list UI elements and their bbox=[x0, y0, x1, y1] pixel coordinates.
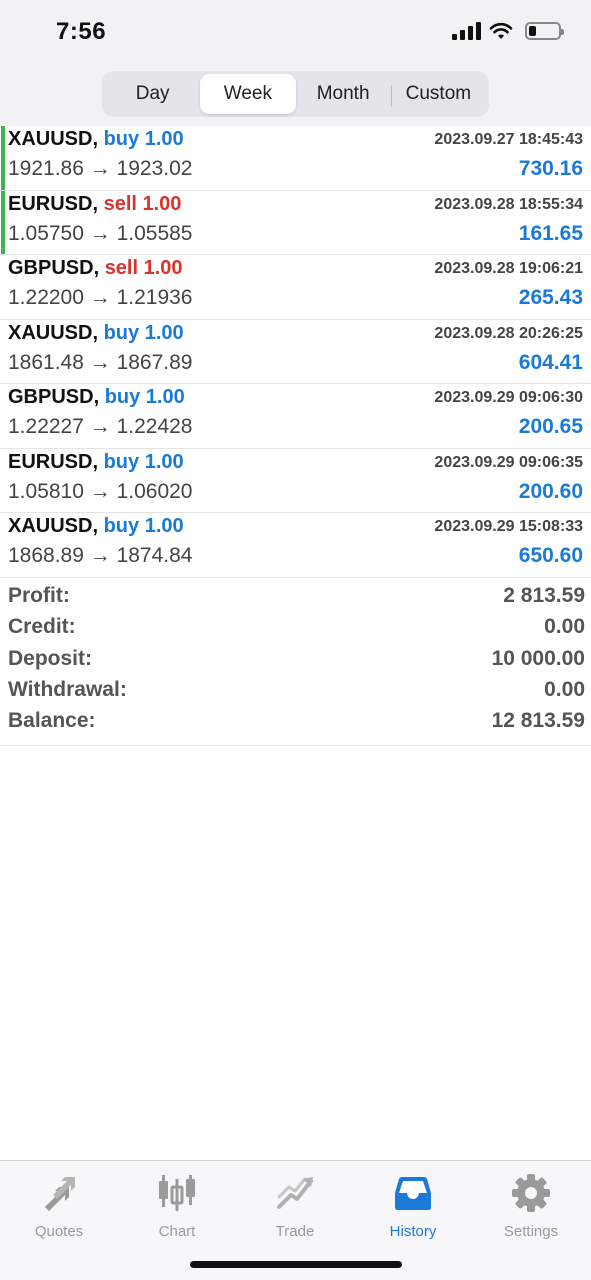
tab-chart[interactable]: Chart bbox=[118, 1169, 236, 1240]
account-summary: Profit: 2 813.59 Credit: 0.00 Deposit: 1… bbox=[0, 582, 591, 746]
trade-profit: 161.65 bbox=[518, 221, 583, 245]
tab-trade[interactable]: Trade bbox=[236, 1169, 354, 1240]
trade-trend-icon bbox=[277, 1177, 313, 1209]
trade-symbol: XAUUSD, bbox=[8, 128, 99, 150]
trade-symbol: XAUUSD, bbox=[8, 321, 99, 344]
trade-datetime: 2023.09.27 18:45:43 bbox=[434, 131, 583, 148]
trade-history-list: XAUUSD, buy 1.00 1921.86 → 1923.02 2023.… bbox=[0, 126, 591, 578]
status-time: 7:56 bbox=[56, 18, 107, 45]
trade-row[interactable]: XAUUSD, buy 1.00 1921.86 → 1923.02 2023.… bbox=[0, 126, 591, 191]
trade-row[interactable]: GBPUSD, sell 1.00 1.22200 → 1.21936 2023… bbox=[0, 255, 591, 320]
summary-value: 2 813.59 bbox=[503, 584, 585, 607]
trade-row[interactable]: XAUUSD, buy 1.00 1868.89 → 1874.84 2023.… bbox=[0, 513, 591, 578]
trade-direction: buy 1.00 bbox=[103, 450, 184, 473]
summary-row-deposit: Deposit: 10 000.00 bbox=[8, 647, 585, 678]
trade-datetime: 2023.09.28 18:55:34 bbox=[434, 195, 583, 213]
summary-value: 0.00 bbox=[544, 678, 585, 701]
trade-profit: 200.60 bbox=[518, 479, 583, 503]
tab-history[interactable]: History bbox=[354, 1169, 472, 1240]
summary-label: Withdrawal: bbox=[8, 678, 127, 701]
tab-settings[interactable]: Settings bbox=[472, 1169, 590, 1240]
wifi-icon bbox=[489, 22, 513, 39]
battery-icon bbox=[525, 22, 564, 40]
period-segmented-control: Day Week Month Custom bbox=[102, 71, 489, 117]
status-icons bbox=[452, 22, 564, 40]
trade-direction: buy 1.00 bbox=[104, 386, 185, 408]
trade-datetime: 2023.09.29 09:06:30 bbox=[434, 389, 583, 406]
trade-prices: 1861.48 → 1867.89 bbox=[8, 350, 193, 374]
trade-symbol: EURUSD, bbox=[8, 192, 99, 215]
trade-row[interactable]: EURUSD, sell 1.00 1.05750 → 1.05585 2023… bbox=[0, 190, 591, 255]
cellular-signal-icon bbox=[452, 22, 481, 40]
tab-label: Settings bbox=[503, 1223, 559, 1240]
trade-symbol: XAUUSD, bbox=[8, 515, 99, 537]
trade-direction: sell 1.00 bbox=[103, 192, 182, 215]
period-bar: Day Week Month Custom bbox=[0, 62, 591, 126]
trade-prices: 1868.89 → 1874.84 bbox=[8, 544, 193, 567]
summary-value: 12 813.59 bbox=[491, 709, 585, 732]
trade-prices: 1.22227 → 1.22428 bbox=[8, 415, 193, 438]
quotes-arrows-icon bbox=[45, 1177, 75, 1211]
summary-label: Balance: bbox=[8, 709, 96, 732]
trade-profit: 650.60 bbox=[518, 544, 583, 567]
trade-datetime: 2023.09.29 09:06:35 bbox=[434, 453, 583, 471]
trade-prices: 1.05750 → 1.05585 bbox=[8, 221, 193, 245]
trade-datetime: 2023.09.29 15:08:33 bbox=[434, 518, 583, 535]
summary-row-balance: Balance: 12 813.59 bbox=[8, 709, 585, 740]
summary-row-withdrawal: Withdrawal: 0.00 bbox=[8, 678, 585, 709]
candlestick-chart-icon bbox=[159, 1175, 195, 1211]
status-bar: 7:56 bbox=[0, 0, 591, 62]
tab-label: Quotes bbox=[34, 1223, 84, 1240]
trade-direction: buy 1.00 bbox=[103, 515, 184, 537]
tab-label: Trade bbox=[275, 1223, 315, 1240]
trade-prices: 1921.86 → 1923.02 bbox=[8, 157, 193, 180]
tab-quotes[interactable]: Quotes bbox=[0, 1169, 118, 1240]
trade-row[interactable]: EURUSD, buy 1.00 1.05810 → 1.06020 2023.… bbox=[0, 449, 591, 513]
trade-symbol: GBPUSD, bbox=[8, 257, 100, 279]
period-day-tab[interactable]: Day bbox=[105, 74, 200, 114]
trade-profit: 265.43 bbox=[518, 286, 583, 309]
summary-label: Credit: bbox=[8, 615, 76, 638]
trade-prices: 1.05810 → 1.06020 bbox=[8, 479, 193, 503]
trade-symbol: EURUSD, bbox=[8, 450, 99, 473]
trade-profit: 604.41 bbox=[518, 350, 583, 374]
summary-label: Deposit: bbox=[8, 647, 92, 670]
trade-datetime: 2023.09.28 20:26:25 bbox=[434, 324, 583, 342]
period-custom-tab[interactable]: Custom bbox=[390, 74, 486, 114]
home-indicator bbox=[190, 1261, 402, 1268]
trade-row[interactable]: XAUUSD, buy 1.00 1861.48 → 1867.89 2023.… bbox=[0, 320, 591, 384]
period-month-tab[interactable]: Month bbox=[296, 74, 391, 114]
summary-value: 10 000.00 bbox=[491, 647, 585, 670]
gear-icon bbox=[512, 1174, 550, 1212]
trade-profit: 200.65 bbox=[518, 415, 583, 438]
history-tray-icon bbox=[395, 1177, 431, 1210]
tab-label: Chart bbox=[158, 1223, 196, 1240]
trade-direction: sell 1.00 bbox=[104, 257, 183, 279]
trade-row[interactable]: GBPUSD, buy 1.00 1.22227 → 1.22428 2023.… bbox=[0, 384, 591, 449]
summary-label: Profit: bbox=[8, 584, 70, 607]
trade-prices: 1.22200 → 1.21936 bbox=[8, 286, 193, 309]
trade-datetime: 2023.09.28 19:06:21 bbox=[434, 260, 583, 277]
period-week-tab[interactable]: Week bbox=[200, 74, 296, 114]
summary-row-profit: Profit: 2 813.59 bbox=[8, 584, 585, 615]
trade-direction: buy 1.00 bbox=[103, 321, 184, 344]
trade-profit: 730.16 bbox=[518, 157, 583, 180]
tab-label: History bbox=[389, 1223, 437, 1240]
trade-symbol: GBPUSD, bbox=[8, 386, 100, 408]
summary-value: 0.00 bbox=[544, 615, 585, 638]
summary-row-credit: Credit: 0.00 bbox=[8, 615, 585, 646]
trade-direction: buy 1.00 bbox=[103, 128, 184, 150]
